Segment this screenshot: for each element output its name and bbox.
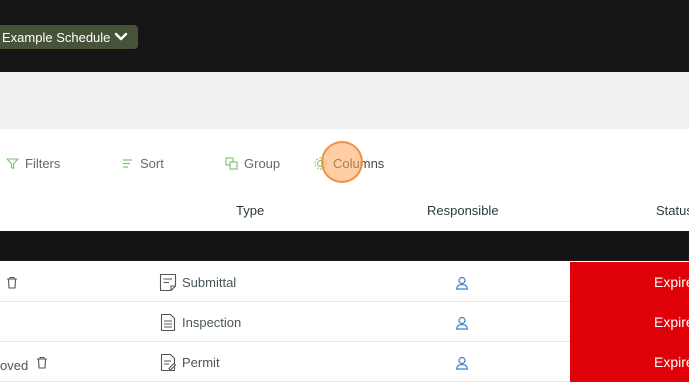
group-button[interactable]: Group: [225, 154, 280, 172]
type-cell: Submittal: [159, 273, 236, 292]
permit-document-icon: [160, 353, 177, 372]
sub-header-bar: [0, 72, 689, 129]
column-header-type[interactable]: Type: [236, 203, 264, 218]
person-icon[interactable]: [455, 356, 469, 370]
inspection-document-icon: [160, 313, 176, 332]
type-cell: Inspection: [159, 313, 241, 332]
chevron-down-icon: [114, 32, 128, 41]
filters-button[interactable]: Filters: [6, 154, 60, 172]
column-header-responsible[interactable]: Responsible: [427, 203, 499, 218]
status-badge: Expired: [570, 262, 689, 302]
click-indicator: [321, 141, 363, 183]
table-row[interactable]: oved Permit Expired: [0, 342, 689, 382]
table-row[interactable]: Submittal Expired: [0, 262, 689, 302]
table-row[interactable]: Inspection Expired: [0, 302, 689, 342]
type-cell: Permit: [159, 353, 220, 372]
sort-icon: [123, 158, 132, 168]
person-icon[interactable]: [455, 276, 469, 290]
column-header-status[interactable]: Status: [656, 203, 689, 218]
sort-label: Sort: [140, 155, 164, 171]
type-label: Permit: [182, 355, 220, 370]
table-header-row: Type Responsible Status: [0, 196, 689, 226]
trash-icon[interactable]: [36, 356, 48, 369]
filters-label: Filters: [25, 155, 61, 171]
trash-icon[interactable]: [6, 276, 18, 289]
submittal-document-icon: [159, 273, 177, 292]
filter-icon: [6, 157, 19, 169]
table-section-divider: [0, 231, 689, 261]
type-label: Submittal: [182, 275, 237, 290]
status-badge: Expired: [570, 342, 689, 382]
row-partial-text: oved: [0, 358, 29, 373]
schedule-selector[interactable]: Example Schedule: [0, 25, 138, 49]
top-bar: Example Schedule: [0, 0, 689, 72]
schedule-selector-label: Example Schedule: [2, 29, 111, 45]
group-icon: [225, 156, 238, 170]
group-label: Group: [244, 155, 281, 171]
sort-button[interactable]: Sort: [121, 154, 164, 172]
status-badge: Expired: [570, 302, 689, 342]
type-label: Inspection: [182, 315, 242, 330]
person-icon[interactable]: [455, 316, 469, 330]
